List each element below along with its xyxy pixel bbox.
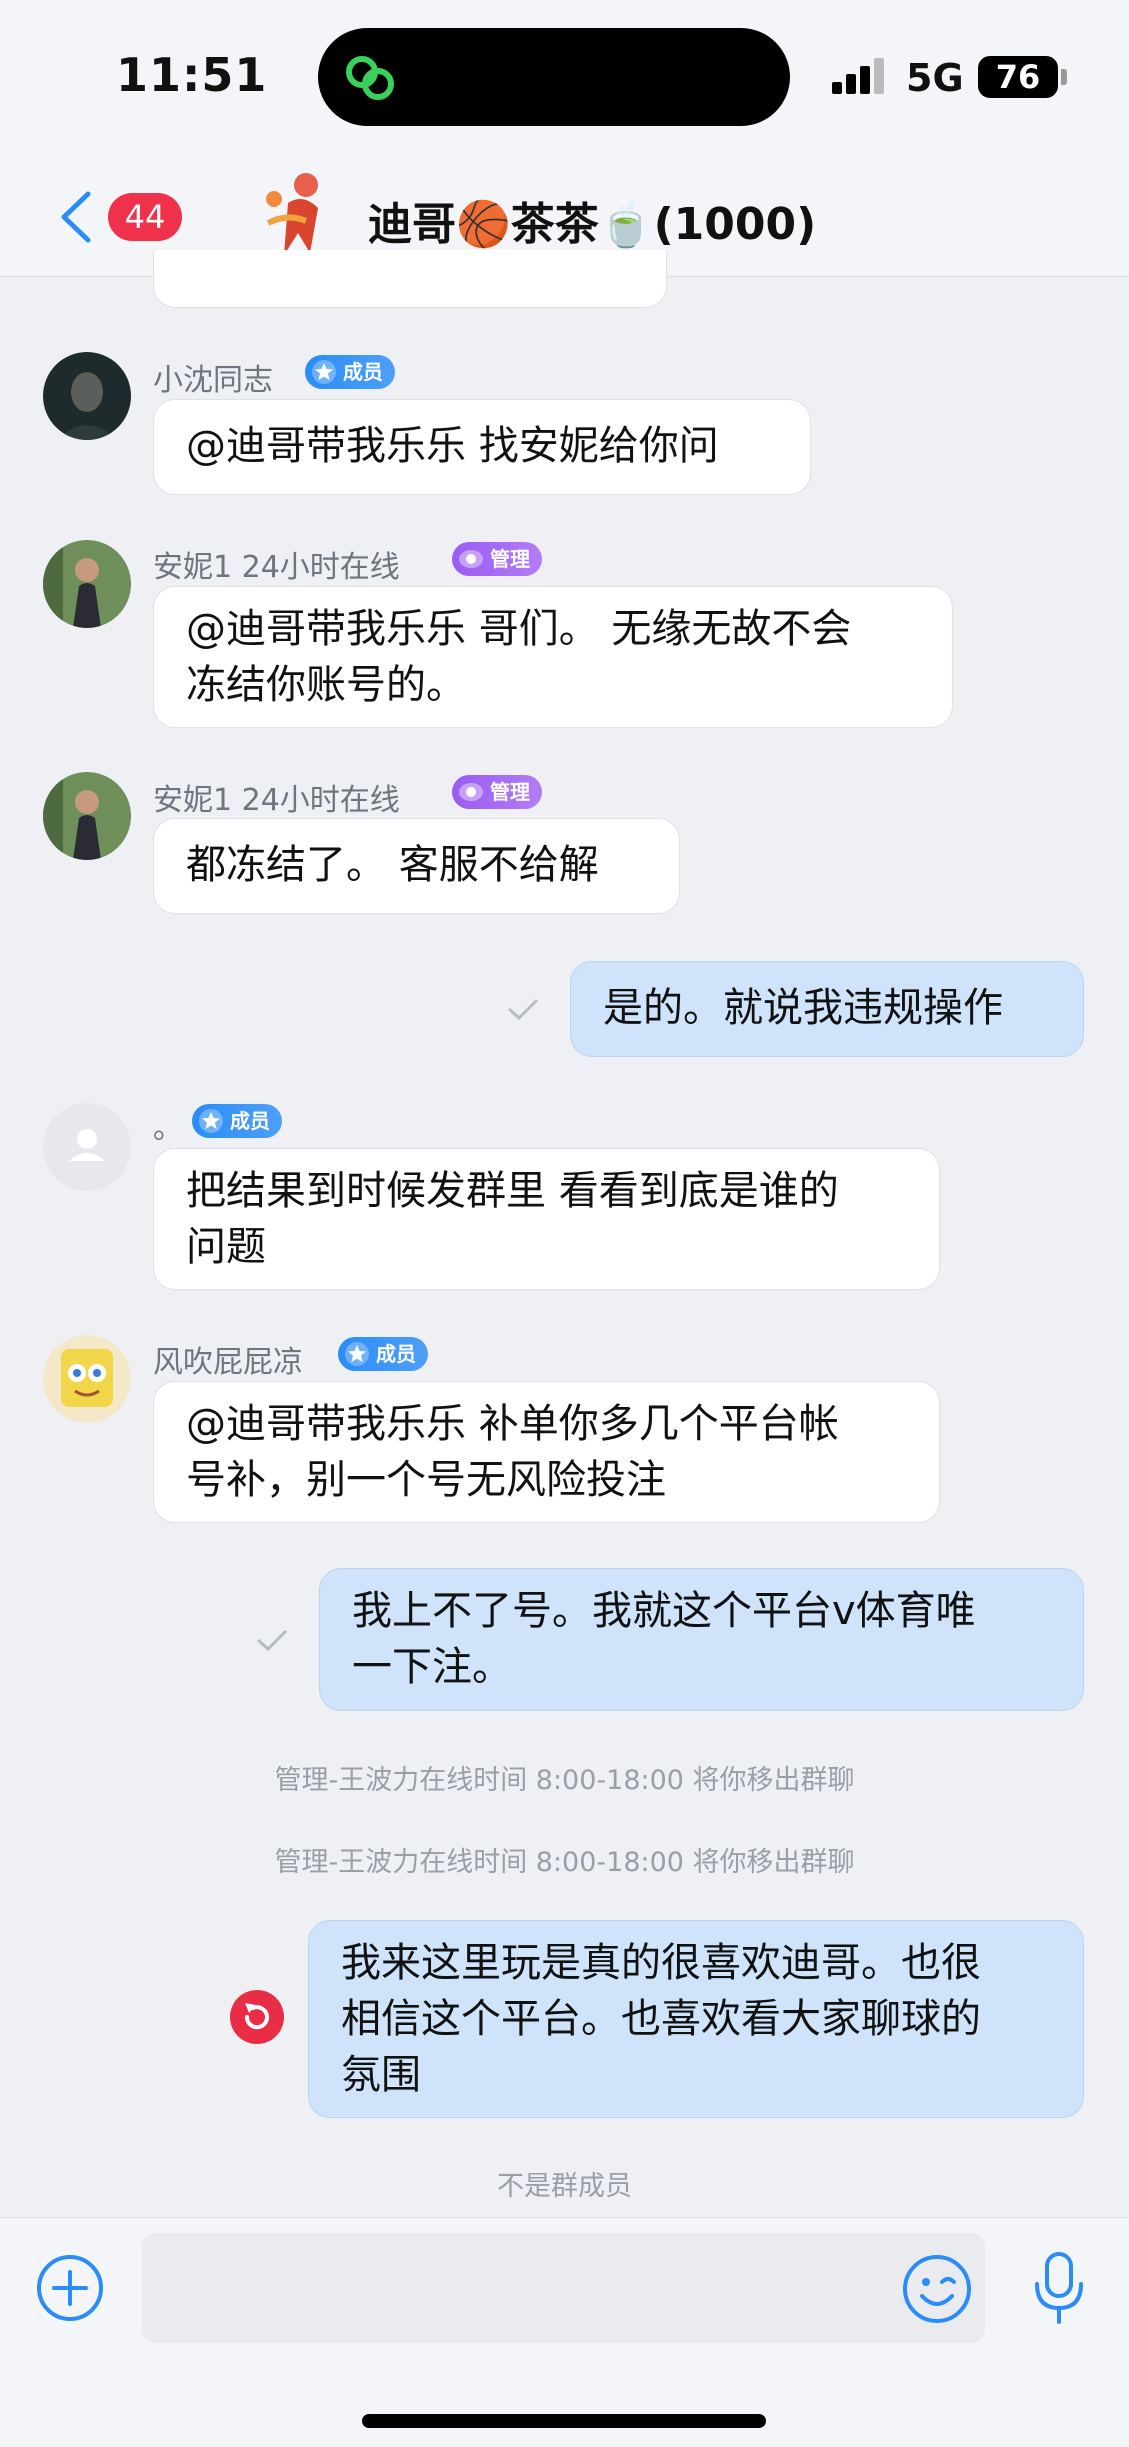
sender-name: 。 bbox=[153, 1111, 183, 1146]
star-icon bbox=[345, 1342, 369, 1366]
my-message-bubble[interactable]: 是的。就说我违规操作 bbox=[570, 961, 1084, 1057]
message-text-line: 号补，别一个号无风险投注 bbox=[186, 1457, 666, 1503]
admin-badge-icon bbox=[459, 550, 483, 568]
system-notice: 管理-王波力在线时间 8:00-18:00 将你移出群聊 bbox=[274, 1847, 855, 1878]
tag-label: 成员 bbox=[343, 360, 383, 384]
sender-name: 安妮1 24小时在线 bbox=[153, 550, 400, 585]
message-text-line: 把结果到时候发群里 看看到底是谁的 bbox=[186, 1168, 839, 1214]
sender-name: 小沈同志 bbox=[153, 363, 273, 398]
message-bubble[interactable]: 把结果到时候发群里 看看到底是谁的 问题 bbox=[153, 1148, 940, 1290]
message-text-line: 氛围 bbox=[341, 2052, 421, 2098]
retry-icon[interactable] bbox=[229, 1989, 285, 2045]
message-text: @迪哥带我乐乐 找安妮给你问 bbox=[186, 423, 719, 469]
emoji-icon[interactable] bbox=[902, 2254, 972, 2324]
avatar-spongebob[interactable] bbox=[43, 1335, 131, 1423]
top-bar: 11:51 5G 76 44 迪哥🏀茶茶🍵(1000) bbox=[0, 0, 1129, 277]
admin-badge-icon bbox=[459, 783, 483, 801]
message-text-line: 相信这个平台。也喜欢看大家聊球的 bbox=[341, 1996, 981, 2042]
signal-icon bbox=[832, 58, 890, 94]
message-text-line: @迪哥带我乐乐 哥们。 无缘无故不会 bbox=[186, 606, 852, 652]
mic-icon[interactable] bbox=[1029, 2250, 1089, 2326]
avatar-anni[interactable] bbox=[43, 772, 131, 860]
input-bar bbox=[0, 2217, 1129, 2447]
star-icon bbox=[312, 360, 336, 384]
member-tag: 成员 bbox=[305, 355, 395, 389]
battery-level: 76 bbox=[978, 56, 1058, 98]
tag-label: 管理 bbox=[490, 547, 530, 571]
message-text-line: @迪哥带我乐乐 补单你多几个平台帐 bbox=[186, 1401, 839, 1447]
network-type: 5G bbox=[906, 56, 964, 100]
message-input[interactable] bbox=[142, 2233, 985, 2343]
system-notice: 管理-王波力在线时间 8:00-18:00 将你移出群聊 bbox=[274, 1765, 855, 1796]
my-message-bubble-failed[interactable]: 我来这里玩是真的很喜欢迪哥。也很 相信这个平台。也喜欢看大家聊球的 氛围 bbox=[308, 1920, 1084, 2118]
back-icon[interactable] bbox=[58, 190, 94, 244]
message-text: 是的。就说我违规操作 bbox=[603, 985, 1003, 1031]
member-tag: 成员 bbox=[338, 1337, 428, 1371]
message-bubble-partial[interactable] bbox=[153, 250, 667, 308]
avatar-anni[interactable] bbox=[43, 540, 131, 628]
chat-title[interactable]: 迪哥🏀茶茶🍵(1000) bbox=[368, 188, 816, 252]
message-text-line: 问题 bbox=[186, 1224, 266, 1270]
admin-tag: 管理 bbox=[452, 542, 542, 576]
message-bubble[interactable]: @迪哥带我乐乐 补单你多几个平台帐 号补，别一个号无风险投注 bbox=[153, 1381, 940, 1523]
sender-name: 安妮1 24小时在线 bbox=[153, 783, 400, 818]
wechat-link-icon bbox=[346, 56, 394, 100]
unread-count-badge[interactable]: 44 bbox=[108, 193, 182, 241]
message-text-line: 我上不了号。我就这个平台v体育唯 bbox=[352, 1588, 976, 1634]
admin-tag: 管理 bbox=[452, 775, 542, 809]
message-text-line: 冻结你账号的。 bbox=[186, 662, 466, 708]
message-text-line: 一下注。 bbox=[352, 1644, 512, 1690]
message-bubble[interactable]: @迪哥带我乐乐 找安妮给你问 bbox=[153, 399, 811, 495]
tag-label: 管理 bbox=[490, 780, 530, 804]
not-member-notice: 不是群成员 bbox=[497, 2171, 632, 2202]
message-bubble[interactable]: @迪哥带我乐乐 哥们。 无缘无故不会 冻结你账号的。 bbox=[153, 586, 953, 728]
avatar-default[interactable] bbox=[43, 1103, 131, 1191]
avatar-xiaoshen[interactable] bbox=[43, 352, 131, 440]
message-bubble[interactable]: 都冻结了。 客服不给解 bbox=[153, 818, 680, 914]
check-icon bbox=[507, 998, 539, 1021]
star-icon bbox=[199, 1109, 223, 1133]
tag-label: 成员 bbox=[230, 1109, 270, 1133]
my-message-bubble[interactable]: 我上不了号。我就这个平台v体育唯 一下注。 bbox=[319, 1568, 1084, 1711]
message-text-line: 我来这里玩是真的很喜欢迪哥。也很 bbox=[341, 1940, 981, 1986]
member-tag: 成员 bbox=[192, 1104, 282, 1138]
battery-tip bbox=[1061, 69, 1067, 85]
group-avatar[interactable] bbox=[248, 163, 348, 263]
tag-label: 成员 bbox=[376, 1342, 416, 1366]
message-text: 都冻结了。 客服不给解 bbox=[186, 842, 599, 888]
check-icon bbox=[256, 1629, 288, 1652]
status-time: 11:51 bbox=[116, 48, 268, 102]
dynamic-island bbox=[318, 28, 790, 126]
home-indicator[interactable] bbox=[362, 2414, 766, 2428]
sender-name: 风吹屁屁凉 bbox=[153, 1345, 303, 1380]
plus-icon[interactable] bbox=[36, 2254, 104, 2322]
